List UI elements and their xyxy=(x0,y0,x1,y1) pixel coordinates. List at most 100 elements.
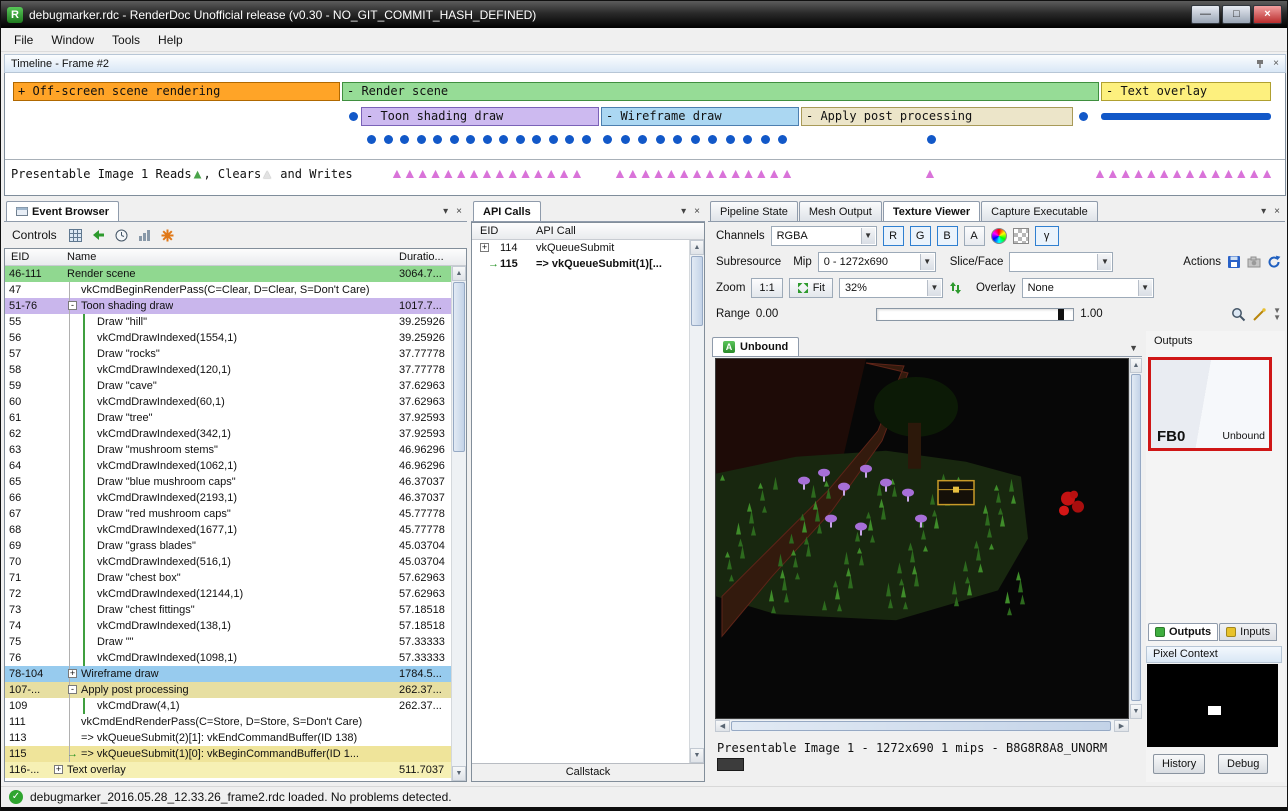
col-api-call[interactable]: API Call xyxy=(536,225,576,237)
event-row[interactable]: 78-104+Wireframe draw1784.5... xyxy=(5,666,451,682)
tree-expander[interactable]: + xyxy=(54,765,63,774)
event-row[interactable]: 107-...-Apply post processing262.37... xyxy=(5,682,451,698)
event-row[interactable]: 46-111Render scene3064.7... xyxy=(5,266,451,282)
scroll-thumb[interactable] xyxy=(731,721,1111,731)
timeline-close-icon[interactable]: × xyxy=(1273,58,1279,69)
write-markers[interactable]: ▲ xyxy=(923,165,936,181)
tree-expander[interactable]: - xyxy=(68,685,77,694)
event-dot[interactable] xyxy=(708,135,717,144)
tree-expander[interactable]: + xyxy=(480,243,489,252)
channel-r-button[interactable]: R xyxy=(883,226,904,246)
scroll-down-icon[interactable]: ▼ xyxy=(690,748,704,763)
panel-menu-icon[interactable]: ▾ xyxy=(443,206,448,217)
menu-item-window[interactable]: Window xyxy=(42,29,103,51)
viewport-vscrollbar[interactable]: ▲ ▼ xyxy=(1129,358,1142,719)
channel-g-button[interactable]: G xyxy=(910,226,931,246)
scroll-thumb[interactable] xyxy=(453,282,465,452)
event-row[interactable]: 75Draw ""57.33333 xyxy=(5,634,451,650)
viewport-hscrollbar[interactable]: ◀ ▶ xyxy=(715,719,1129,732)
event-dot[interactable] xyxy=(483,135,492,144)
open-texture-list-icon[interactable] xyxy=(1247,255,1261,269)
scroll-thumb[interactable] xyxy=(691,256,703,326)
event-row[interactable]: 61Draw "tree"37.92593 xyxy=(5,410,451,426)
event-dot[interactable] xyxy=(450,135,459,144)
event-dot[interactable] xyxy=(673,135,682,144)
event-row[interactable]: 47vkCmdBeginRenderPass(C=Clear, D=Clear,… xyxy=(5,282,451,298)
col-eid[interactable]: EID xyxy=(11,251,29,263)
event-dot[interactable] xyxy=(603,135,612,144)
timeline-bar[interactable]: - Toon shading draw xyxy=(361,107,599,126)
fit-button[interactable]: Fit xyxy=(789,278,833,298)
range-slider-handle[interactable] xyxy=(1058,309,1064,320)
slice-face-dropdown[interactable]: ▼ xyxy=(1009,252,1113,272)
tab-mesh-output[interactable]: Mesh Output xyxy=(799,201,882,221)
scroll-down-icon[interactable]: ▼ xyxy=(452,766,466,781)
refresh-icon[interactable] xyxy=(1267,255,1281,269)
maximize-button[interactable]: □ xyxy=(1222,5,1251,24)
scroll-left-icon[interactable]: ◀ xyxy=(715,720,730,732)
menu-item-tools[interactable]: Tools xyxy=(103,29,149,51)
bookmark-star-icon[interactable] xyxy=(161,229,174,242)
scroll-up-icon[interactable]: ▲ xyxy=(1130,358,1142,373)
close-button[interactable]: × xyxy=(1253,5,1282,24)
event-row[interactable]: 59Draw "cave"37.62963 xyxy=(5,378,451,394)
event-row[interactable]: 67Draw "red mushroom caps"45.77778 xyxy=(5,506,451,522)
event-dot[interactable] xyxy=(656,135,665,144)
event-dot[interactable] xyxy=(761,135,770,144)
pin-icon[interactable] xyxy=(1255,59,1265,69)
event-dot[interactable] xyxy=(691,135,700,144)
history-button[interactable]: History xyxy=(1153,754,1205,774)
write-markers[interactable]: ▲▲▲▲▲▲▲▲▲▲▲▲▲▲ xyxy=(613,165,793,181)
tab-api-calls[interactable]: API Calls xyxy=(473,201,541,221)
goto-icon[interactable] xyxy=(92,229,105,241)
timeline-bar[interactable]: - Apply post processing xyxy=(801,107,1073,126)
callstack-footer[interactable]: Callstack xyxy=(472,763,704,781)
toolbar-overflow-icon[interactable]: ▼▼ xyxy=(1273,307,1281,321)
scroll-up-icon[interactable]: ▲ xyxy=(690,240,704,255)
event-dot[interactable] xyxy=(400,135,409,144)
browse-icon[interactable] xyxy=(69,229,82,242)
event-row[interactable]: 68vkCmdDrawIndexed(1677,1)45.77778 xyxy=(5,522,451,538)
event-row[interactable]: 57Draw "rocks"37.77778 xyxy=(5,346,451,362)
col-duration[interactable]: Duratio... xyxy=(399,251,444,263)
event-dot[interactable] xyxy=(367,135,376,144)
event-row[interactable]: 73Draw "chest fittings"57.18518 xyxy=(5,602,451,618)
time-draws-clock-icon[interactable] xyxy=(115,229,128,242)
scroll-right-icon[interactable]: ▶ xyxy=(1114,720,1129,732)
panel-menu-icon[interactable]: ▾ xyxy=(1261,206,1266,217)
channel-b-button[interactable]: B xyxy=(937,226,958,246)
timeline-bar[interactable]: - Text overlay xyxy=(1101,82,1271,101)
zoom-percent-combo[interactable]: 32%▼ xyxy=(839,278,943,298)
event-browser-scrollbar[interactable]: ▲ ▼ xyxy=(451,266,466,781)
overlay-dropdown[interactable]: None▼ xyxy=(1022,278,1154,298)
flip-y-icon[interactable] xyxy=(949,281,962,295)
command-buffer-bar[interactable] xyxy=(1101,113,1271,120)
event-row[interactable]: 62vkCmdDrawIndexed(342,1)37.92593 xyxy=(5,426,451,442)
event-row[interactable]: 60vkCmdDrawIndexed(60,1)37.62963 xyxy=(5,394,451,410)
menu-item-help[interactable]: Help xyxy=(149,29,192,51)
zoom-1to1-button[interactable]: 1:1 xyxy=(751,278,782,298)
tab-inputs[interactable]: Inputs xyxy=(1219,623,1277,641)
event-dot[interactable] xyxy=(582,135,591,144)
menu-item-file[interactable]: File xyxy=(5,29,42,51)
event-dot[interactable] xyxy=(927,135,936,144)
gamma-button[interactable]: γ xyxy=(1035,226,1059,246)
timeline-bar[interactable]: + Off-screen scene rendering xyxy=(13,82,340,101)
event-dot[interactable] xyxy=(778,135,787,144)
api-calls-scrollbar[interactable]: ▲ ▼ xyxy=(689,240,704,763)
minimize-button[interactable]: — xyxy=(1191,5,1220,24)
debug-button[interactable]: Debug xyxy=(1218,754,1268,774)
event-dot[interactable] xyxy=(516,135,525,144)
event-dot[interactable] xyxy=(638,135,647,144)
channel-a-button[interactable]: A xyxy=(964,226,985,246)
event-dot[interactable] xyxy=(621,135,630,144)
event-row[interactable]: 115→=> vkQueueSubmit(1)[0]: vkBeginComma… xyxy=(5,746,451,762)
event-row[interactable]: 74vkCmdDrawIndexed(138,1)57.18518 xyxy=(5,618,451,634)
event-row[interactable]: 71Draw "chest box"57.62963 xyxy=(5,570,451,586)
tab-overflow-icon[interactable]: ▼ xyxy=(1129,343,1142,356)
event-dot[interactable] xyxy=(417,135,426,144)
save-icon[interactable] xyxy=(1227,255,1241,269)
range-slider[interactable] xyxy=(876,308,1074,321)
event-dot[interactable] xyxy=(743,135,752,144)
tab-outputs[interactable]: Outputs xyxy=(1148,623,1218,641)
